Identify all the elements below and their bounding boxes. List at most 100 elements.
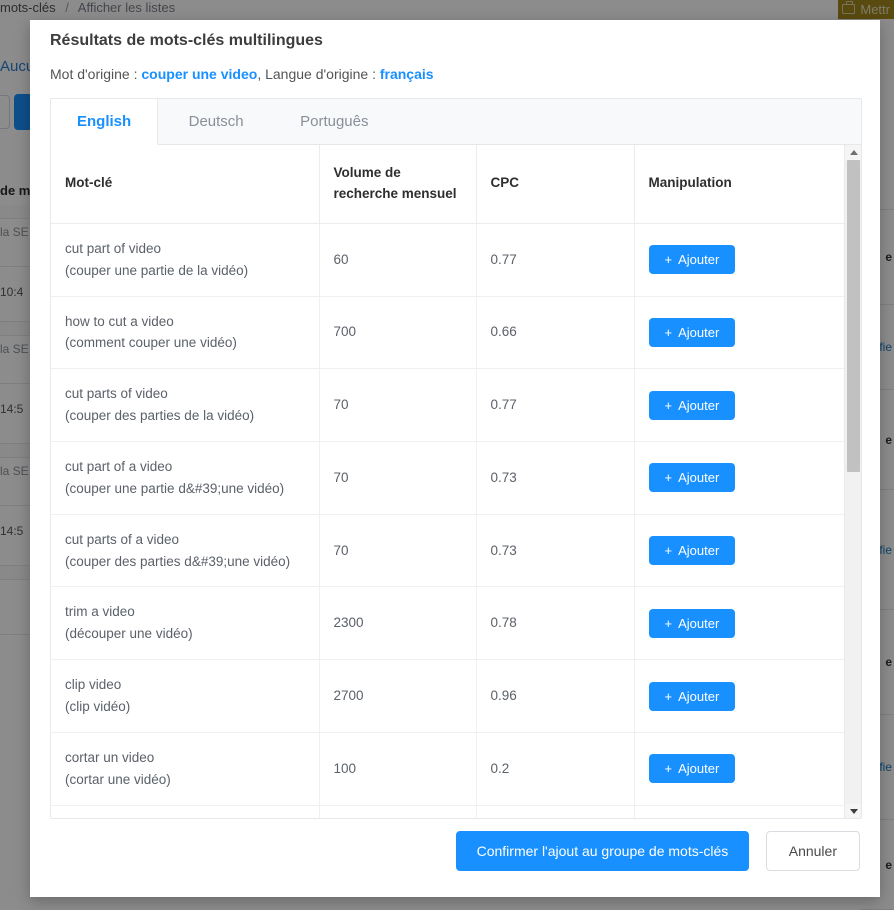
keyword-translation: (cortar une vidéo) bbox=[65, 771, 171, 787]
keyword-text: cortar un video bbox=[65, 749, 155, 765]
table-row: how to cut a video (comment couper une vi… bbox=[51, 296, 844, 370]
table-row: cut parts of a video (couper des parties … bbox=[51, 514, 844, 588]
plus-icon: + bbox=[664, 615, 673, 631]
dialog-title: Résultats de mots-clés multilingues bbox=[50, 32, 323, 49]
cell-cpc: 0.78 bbox=[476, 586, 635, 661]
add-keyword-button-label: Ajouter bbox=[678, 543, 720, 559]
table-vertical-scrollbar[interactable] bbox=[844, 145, 861, 818]
keyword-text: clip video bbox=[65, 677, 122, 693]
dialog-footer: Confirmer l'ajout au groupe de mots-clés… bbox=[30, 813, 880, 897]
table-row: cortar un video (cortar une vidéo) 100 0.2 +… bbox=[51, 732, 844, 806]
cell-cpc: 0.96 bbox=[476, 659, 635, 733]
cell-keyword: clip video (clip vidéo) bbox=[51, 659, 320, 733]
plus-icon: + bbox=[664, 543, 673, 559]
keyword-table-scroll-area[interactable]: Mot-clé Volume de recherche mensuel CPC … bbox=[51, 145, 861, 818]
keyword-results-table: Mot-clé Volume de recherche mensuel CPC … bbox=[51, 145, 844, 818]
add-keyword-button[interactable]: + Ajouter bbox=[648, 608, 736, 638]
cell-cpc: 0.73 bbox=[476, 441, 635, 515]
keyword-text: cut parts of video bbox=[65, 386, 168, 402]
keyword-translation: (découper une vidéo) bbox=[65, 626, 193, 642]
table-row: clip video (clip vidéo) 2700 0.96 + Ajouter bbox=[51, 659, 844, 733]
plus-icon: + bbox=[664, 761, 673, 777]
cell-action: + Ajouter bbox=[634, 441, 844, 515]
column-header-cpc: CPC bbox=[476, 145, 635, 224]
add-keyword-button[interactable]: + Ajouter bbox=[648, 463, 736, 493]
cell-keyword: cut parts of a video (couper des parties … bbox=[51, 514, 320, 588]
cell-action: + Ajouter bbox=[634, 368, 844, 442]
cell-cpc: 0.66 bbox=[476, 296, 635, 370]
add-keyword-button-label: Ajouter bbox=[678, 397, 720, 413]
add-keyword-button[interactable]: + Ajouter bbox=[648, 390, 736, 420]
cell-search-volume: 700 bbox=[319, 296, 477, 370]
table-header-row: Mot-clé Volume de recherche mensuel CPC … bbox=[51, 145, 844, 224]
keyword-translation: (couper une partie de la vidéo) bbox=[65, 262, 249, 278]
add-keyword-button[interactable]: + Ajouter bbox=[648, 536, 736, 566]
table-row: trim a video (découper une vidéo) 2300 0.78… bbox=[51, 586, 844, 661]
cell-cpc: 0.77 bbox=[476, 368, 635, 442]
cell-search-volume: 2300 bbox=[319, 586, 477, 661]
confirm-add-to-keyword-group-button[interactable]: Confirmer l'ajout au groupe de mots-clés bbox=[455, 831, 750, 871]
keyword-translation: (couper une partie d&#39;une vidéo) bbox=[65, 480, 285, 496]
language-tabs-card: English Deutsch Português Mot-clé Volume… bbox=[50, 98, 862, 819]
cell-keyword: cortar un video (cortar une vidéo) bbox=[51, 732, 320, 806]
cell-search-volume: 2700 bbox=[319, 659, 477, 733]
table-row: cut parts of video (couper des parties de… bbox=[51, 368, 844, 442]
keyword-text: how to cut a video bbox=[65, 313, 174, 329]
add-keyword-button[interactable]: + Ajouter bbox=[648, 317, 736, 347]
cell-keyword: cut part of video (couper une partie de l… bbox=[51, 223, 320, 297]
column-header-search-volume: Volume de recherche mensuel bbox=[319, 145, 477, 224]
plus-icon: + bbox=[664, 324, 673, 340]
keyword-translation: (comment couper une vidéo) bbox=[65, 335, 237, 351]
add-keyword-button-label: Ajouter bbox=[678, 470, 720, 486]
scroll-up-arrow-icon[interactable] bbox=[845, 145, 861, 160]
cell-search-volume: 70 bbox=[319, 514, 477, 588]
add-keyword-button-label: Ajouter bbox=[678, 688, 720, 704]
cell-cpc: 0.73 bbox=[476, 514, 635, 588]
plus-icon: + bbox=[664, 470, 673, 486]
cell-search-volume: 70 bbox=[319, 441, 477, 515]
add-keyword-button-label: Ajouter bbox=[678, 252, 720, 268]
keyword-text: cut part of video bbox=[65, 240, 162, 256]
dialog-subtitle: Mot d'origine : couper une video, Langue… bbox=[50, 66, 434, 82]
cell-cpc: 0.77 bbox=[476, 223, 635, 297]
tab-english[interactable]: English bbox=[51, 99, 159, 145]
add-keyword-button-label: Ajouter bbox=[678, 324, 720, 340]
add-keyword-button[interactable]: + Ajouter bbox=[648, 754, 736, 784]
column-header-action: Manipulation bbox=[634, 145, 844, 224]
scrollbar-thumb[interactable] bbox=[847, 160, 860, 472]
subtitle-prefix: Mot d'origine : bbox=[50, 66, 142, 82]
add-keyword-button[interactable]: + Ajouter bbox=[648, 681, 736, 711]
plus-icon: + bbox=[664, 688, 673, 704]
cancel-button[interactable]: Annuler bbox=[765, 831, 860, 871]
keyword-translation: (couper des parties d&#39;une vidéo) bbox=[65, 553, 291, 569]
cell-action: + Ajouter bbox=[634, 586, 844, 661]
keyword-table-body: cut part of video (couper une partie de l… bbox=[51, 223, 844, 818]
table-row: cut part of video (couper une partie de l… bbox=[51, 223, 844, 297]
cell-action: + Ajouter bbox=[634, 296, 844, 370]
cell-search-volume: 60 bbox=[319, 223, 477, 297]
add-keyword-button-label: Ajouter bbox=[678, 615, 720, 631]
keyword-translation: (clip vidéo) bbox=[65, 699, 131, 715]
cell-search-volume: 70 bbox=[319, 368, 477, 442]
keyword-text: trim a video bbox=[65, 604, 135, 620]
keyword-text: cut parts of a video bbox=[65, 531, 180, 547]
add-keyword-button-label: Ajouter bbox=[678, 761, 720, 777]
tab-deutsch[interactable]: Deutsch bbox=[163, 99, 270, 145]
tab-portugues[interactable]: Português bbox=[274, 99, 394, 145]
keyword-translation: (couper des parties de la vidéo) bbox=[65, 408, 255, 424]
language-tabbar: English Deutsch Português bbox=[51, 99, 861, 145]
cell-keyword: how to cut a video (comment couper une vi… bbox=[51, 296, 320, 370]
cell-keyword: trim a video (découper une vidéo) bbox=[51, 586, 320, 661]
origin-language-link[interactable]: français bbox=[380, 66, 434, 82]
cell-action: + Ajouter bbox=[634, 659, 844, 733]
add-keyword-button[interactable]: + Ajouter bbox=[648, 245, 736, 275]
cell-search-volume: 100 bbox=[319, 732, 477, 806]
cell-keyword: cut part of a video (couper une partie d&… bbox=[51, 441, 320, 515]
cell-action: + Ajouter bbox=[634, 514, 844, 588]
subtitle-mid: , Langue d'origine : bbox=[257, 66, 380, 82]
cell-keyword: cut parts of video (couper des parties de… bbox=[51, 368, 320, 442]
origin-keyword-link[interactable]: couper une video bbox=[141, 66, 257, 82]
plus-icon: + bbox=[664, 397, 673, 413]
plus-icon: + bbox=[664, 252, 673, 268]
column-header-keyword: Mot-clé bbox=[51, 145, 320, 224]
